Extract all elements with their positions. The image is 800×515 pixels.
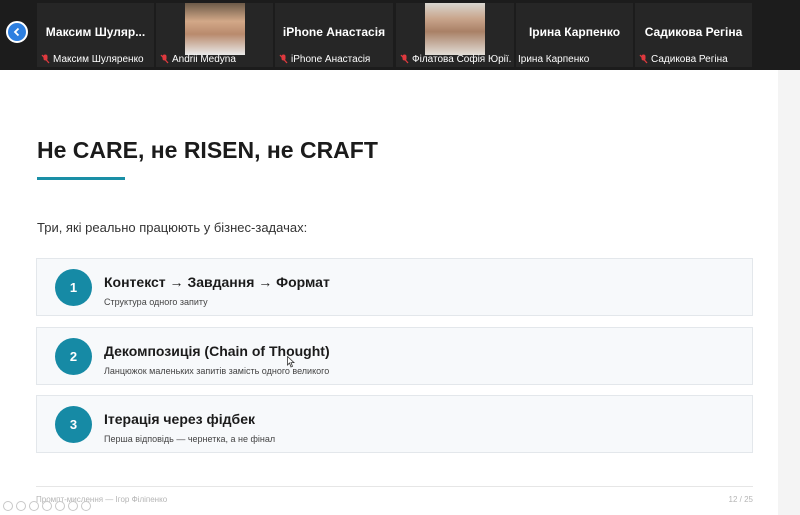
next-slide-icon[interactable] — [16, 501, 26, 511]
participant-caption: Ірина Карпенко — [518, 53, 590, 65]
camera-icon[interactable] — [68, 501, 78, 511]
mouse-cursor-icon — [287, 356, 295, 368]
participant-name: iPhone Анастасія — [282, 25, 386, 39]
participant-tile[interactable]: Максим Шуляр... Максим Шуляренко — [37, 3, 154, 67]
participant-caption: Філатова Софія Юрії... — [412, 53, 512, 65]
participant-caption: Садикова Регіна — [651, 53, 728, 65]
participant-tile[interactable]: Садикова Регіна Садикова Регіна — [635, 3, 752, 67]
prev-slide-icon[interactable] — [3, 501, 13, 511]
list-item: 1 Контекст → Завдання → Формат Структура… — [36, 258, 753, 316]
title-underline — [37, 177, 125, 180]
back-button[interactable] — [6, 21, 28, 43]
participant-name: Максим Шуляр... — [45, 25, 146, 39]
slide-margin — [778, 70, 800, 515]
mic-off-icon — [279, 54, 288, 64]
list-item: 2 Декомпозиція (Chain of Thought) Ланцюж… — [36, 327, 753, 385]
participant-name: Ірина Карпенко — [528, 25, 621, 39]
participant-strip: Максим Шуляр... Максим Шуляренко Andrii … — [0, 0, 800, 70]
slide-page-number: 12 / 25 — [728, 495, 753, 504]
mic-off-icon — [400, 54, 409, 64]
step-title: Ітерація через фідбек — [104, 411, 255, 427]
list-item: 3 Ітерація через фідбек Перша відповідь … — [36, 395, 753, 453]
step-number-badge: 2 — [55, 338, 92, 375]
step-subtitle: Перша відповідь — чернетка, а не фінал — [104, 434, 276, 444]
copy-icon[interactable] — [42, 501, 52, 511]
participant-tile[interactable]: iPhone Анастасія iPhone Анастасія — [275, 3, 393, 67]
pen-icon[interactable] — [29, 501, 39, 511]
participant-name: Садикова Регіна — [644, 25, 743, 39]
participant-video — [184, 3, 245, 55]
participant-tile[interactable]: Ірина Карпенко Ірина Карпенко — [516, 3, 633, 67]
mic-off-icon — [160, 54, 169, 64]
chevron-left-icon — [13, 27, 20, 37]
step-subtitle: Ланцюжок маленьких запитів замість одног… — [104, 366, 330, 376]
participant-caption: Andrii Medyna — [172, 53, 236, 65]
footer-divider — [36, 486, 753, 487]
step-title: Декомпозиція (Chain of Thought) — [104, 343, 330, 359]
mic-off-icon — [41, 54, 50, 64]
step-title: Контекст → Завдання → Формат — [104, 274, 330, 290]
search-icon[interactable] — [55, 501, 65, 511]
viewer-toolbar — [3, 500, 91, 512]
shared-slide: Не CARE, не RISEN, не CRAFT Три, які реа… — [0, 70, 778, 515]
participant-caption: iPhone Анастасія — [291, 53, 371, 65]
step-number-badge: 1 — [55, 269, 92, 306]
participant-tile[interactable]: Філатова Софія Юрії... — [396, 3, 514, 67]
participant-tile[interactable]: Andrii Medyna — [156, 3, 273, 67]
slide-intro: Три, які реально працюють у бізнес-задач… — [37, 220, 308, 235]
more-options-icon[interactable] — [81, 501, 91, 511]
participant-video — [425, 3, 485, 55]
participant-caption: Максим Шуляренко — [53, 53, 144, 65]
mic-off-icon — [639, 54, 648, 64]
step-number-badge: 3 — [55, 406, 92, 443]
step-subtitle: Структура одного запиту — [104, 297, 208, 307]
slide-title: Не CARE, не RISEN, не CRAFT — [37, 137, 378, 163]
